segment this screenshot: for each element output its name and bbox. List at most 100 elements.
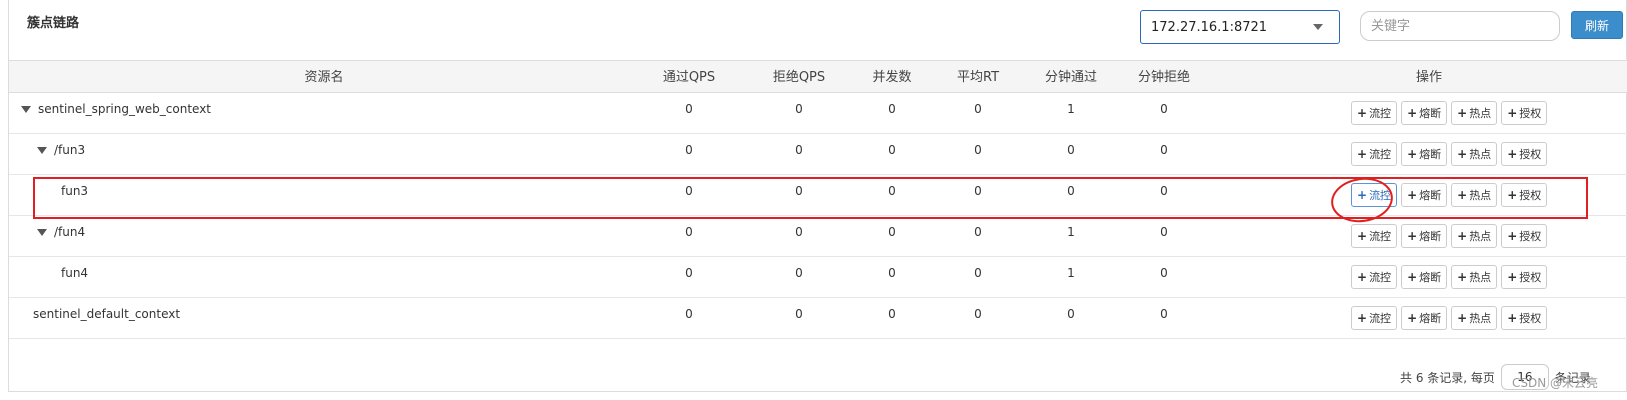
action-label: 授权 [1519, 107, 1542, 120]
degrade-button[interactable]: + 熔断 [1401, 183, 1448, 207]
plus-icon: + [1407, 270, 1418, 284]
action-label: 热点 [1469, 189, 1492, 202]
cell-concurrency: 0 [888, 143, 896, 157]
authority-button[interactable]: + 授权 [1501, 265, 1548, 289]
resource-name: fun3 [61, 184, 89, 198]
action-label: 授权 [1519, 230, 1542, 243]
row-actions: + 流控 + 熔断 + 热点 + 授权 [1351, 142, 1548, 166]
expand-triangle-icon[interactable] [37, 228, 47, 236]
table-body: sentinel_spring_web_context 0 0 0 0 1 0 + 流控 + 熔断 +… [9, 93, 1627, 339]
degrade-button[interactable]: + 熔断 [1401, 224, 1448, 248]
plus-icon: + [1457, 229, 1468, 243]
plus-icon: + [1507, 311, 1518, 325]
action-label: 流控 [1369, 189, 1392, 202]
action-label: 授权 [1519, 189, 1542, 202]
flow-control-button[interactable]: + 流控 [1351, 142, 1398, 166]
machine-select-value: 172.27.16.1:8721 [1151, 19, 1268, 35]
hotspot-button[interactable]: + 热点 [1451, 265, 1498, 289]
col-header-avg-rt: 平均RT [956, 70, 1000, 85]
cell-block-qps: 0 [795, 143, 803, 157]
col-header-pass-qps: 通过QPS [662, 70, 716, 85]
page-title: 簇点链路 [27, 16, 80, 31]
hotspot-button[interactable]: + 热点 [1451, 142, 1498, 166]
row-actions: + 流控 + 熔断 + 热点 + 授权 [1351, 183, 1548, 207]
resource-name-cell: /fun3 [37, 143, 85, 157]
authority-button[interactable]: + 授权 [1501, 183, 1548, 207]
plus-icon: + [1357, 188, 1368, 202]
authority-button[interactable]: + 授权 [1501, 142, 1548, 166]
expand-triangle-icon[interactable] [37, 146, 47, 154]
table-row: fun3 0 0 0 0 0 0 + 流控 + 熔断 + 热点 + 授权 [9, 175, 1627, 216]
degrade-button[interactable]: + 熔断 [1401, 101, 1448, 125]
hotspot-button[interactable]: + 热点 [1451, 306, 1498, 330]
plus-icon: + [1507, 147, 1518, 161]
plus-icon: + [1407, 147, 1418, 161]
flow-control-button[interactable]: + 流控 [1351, 183, 1398, 207]
plus-icon: + [1407, 311, 1418, 325]
resource-name-cell: sentinel_spring_web_context [21, 102, 211, 116]
flow-control-button[interactable]: + 流控 [1351, 101, 1398, 125]
action-label: 授权 [1519, 271, 1542, 284]
action-label: 熔断 [1419, 271, 1442, 284]
action-label: 授权 [1519, 148, 1542, 161]
flow-control-button[interactable]: + 流控 [1351, 224, 1398, 248]
row-actions: + 流控 + 熔断 + 热点 + 授权 [1351, 224, 1548, 248]
action-label: 热点 [1469, 230, 1492, 243]
refresh-button[interactable]: 刷新 [1571, 11, 1623, 39]
plus-icon: + [1457, 311, 1468, 325]
cell-block-qps: 0 [795, 102, 803, 116]
col-header-concurrency: 并发数 [872, 70, 912, 85]
resource-name-cell: fun3 [61, 184, 88, 198]
cell-min-pass: 0 [1067, 143, 1075, 157]
degrade-button[interactable]: + 熔断 [1401, 142, 1448, 166]
plus-icon: + [1457, 270, 1468, 284]
row-actions: + 流控 + 熔断 + 热点 + 授权 [1351, 306, 1548, 330]
search-input[interactable] [1360, 11, 1560, 41]
plus-icon: + [1407, 106, 1418, 120]
machine-select[interactable]: 172.27.16.1:8721 [1140, 10, 1340, 44]
resource-name: sentinel_default_context [33, 307, 181, 321]
plus-icon: + [1357, 106, 1368, 120]
flow-control-button[interactable]: + 流控 [1351, 265, 1398, 289]
flow-control-button[interactable]: + 流控 [1351, 306, 1398, 330]
table-row: sentinel_spring_web_context 0 0 0 0 1 0 + 流控 + 熔断 +… [9, 93, 1627, 134]
hotspot-button[interactable]: + 热点 [1451, 224, 1498, 248]
action-label: 熔断 [1419, 189, 1442, 202]
action-label: 热点 [1469, 148, 1492, 161]
action-label: 热点 [1469, 312, 1492, 325]
hotspot-button[interactable]: + 热点 [1451, 101, 1498, 125]
cell-avg-rt: 0 [974, 184, 982, 198]
chevron-down-icon [1313, 24, 1323, 30]
cell-pass-qps: 0 [685, 307, 693, 321]
cell-pass-qps: 0 [685, 102, 693, 116]
total-records-text: 共 6 条记录, 每页 [1400, 370, 1495, 385]
cell-pass-qps: 0 [685, 266, 693, 280]
authority-button[interactable]: + 授权 [1501, 224, 1548, 248]
cell-pass-qps: 0 [685, 184, 693, 198]
hotspot-button[interactable]: + 热点 [1451, 183, 1498, 207]
table-row: fun4 0 0 0 0 1 0 + 流控 + 熔断 + 热点 + 授权 [9, 257, 1627, 298]
action-label: 流控 [1369, 312, 1392, 325]
cell-min-block: 0 [1160, 184, 1168, 198]
authority-button[interactable]: + 授权 [1501, 101, 1548, 125]
expand-triangle-icon[interactable] [21, 105, 31, 113]
degrade-button[interactable]: + 熔断 [1401, 265, 1448, 289]
plus-icon: + [1407, 229, 1418, 243]
resource-name: sentinel_spring_web_context [38, 102, 212, 116]
resource-table: 资源名 通过QPS 拒绝QPS 并发数 平均RT 分钟通过 分钟拒绝 操作 se… [9, 60, 1627, 339]
resource-name-cell: fun4 [61, 266, 88, 280]
cell-min-pass: 0 [1067, 307, 1075, 321]
cell-min-block: 0 [1160, 266, 1168, 280]
cell-concurrency: 0 [888, 225, 896, 239]
plus-icon: + [1507, 106, 1518, 120]
col-header-min-pass: 分钟通过 [1044, 70, 1097, 85]
plus-icon: + [1457, 106, 1468, 120]
cell-avg-rt: 0 [974, 225, 982, 239]
action-label: 热点 [1469, 107, 1492, 120]
cell-block-qps: 0 [795, 266, 803, 280]
cell-concurrency: 0 [888, 307, 896, 321]
degrade-button[interactable]: + 熔断 [1401, 306, 1448, 330]
action-label: 热点 [1469, 271, 1492, 284]
cell-pass-qps: 0 [685, 225, 693, 239]
authority-button[interactable]: + 授权 [1501, 306, 1548, 330]
